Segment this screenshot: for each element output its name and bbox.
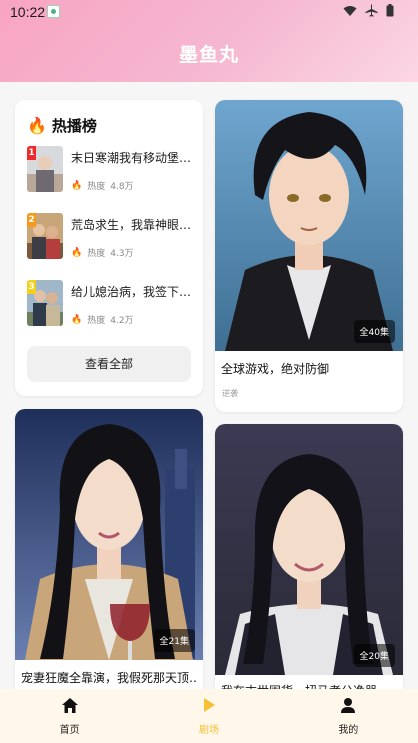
system-icons	[343, 4, 394, 17]
status-bar: 10:22	[0, 0, 418, 24]
episode-count-badge: 全40集	[353, 320, 395, 343]
fire-icon: 🔥	[27, 116, 47, 135]
hot-item-title: 给儿媳治病，我签下…	[71, 285, 192, 299]
page-title: 墨鱼丸	[178, 44, 239, 66]
episode-count-badge: 全20集	[353, 644, 395, 667]
episode-count-badge: 全21集	[153, 629, 195, 652]
notification-app-icon	[47, 5, 60, 18]
app-header: 10:22 墨鱼丸	[0, 0, 418, 82]
hot-item-heat: 🔥 热度 4.3万	[71, 246, 134, 260]
hot-list-item[interactable]: 2 荒岛求生，我靠神眼… 🔥 热度 4.3万	[27, 213, 197, 261]
tab-label: 首页	[59, 725, 80, 736]
fire-icon: 🔥	[71, 180, 83, 191]
home-icon	[61, 698, 78, 713]
drama-tag: 逆袭	[222, 389, 238, 398]
rank-badge: 1	[27, 146, 36, 160]
tab-profile[interactable]: 我的	[279, 689, 418, 743]
battery-icon	[386, 4, 394, 17]
drama-poster: 全20集	[215, 424, 403, 675]
bottom-tab-bar: 首页 剧场 我的	[0, 689, 418, 743]
hot-item-thumbnail: 2	[27, 213, 63, 259]
tab-theater[interactable]: 剧场	[139, 689, 278, 743]
tab-label: 剧场	[198, 725, 219, 736]
tab-label: 我的	[338, 725, 359, 736]
drama-card[interactable]: 全21集 宠妻狂魔全靠演，我假死那天顶…	[15, 409, 203, 699]
hot-item-title: 荒岛求生，我靠神眼…	[71, 218, 192, 232]
user-icon	[341, 698, 356, 713]
hot-item-heat: 🔥 热度 4.8万	[71, 179, 134, 193]
hot-item-thumbnail: 1	[27, 146, 63, 192]
hot-item-title: 末日寒潮我有移动堡…	[71, 151, 192, 165]
hot-list-header: 🔥 热播榜	[27, 115, 97, 136]
hot-list-item[interactable]: 3 给儿媳治病，我签下… 🔥 热度 4.2万	[27, 280, 197, 328]
heat-label: 热度	[87, 182, 106, 192]
drama-card[interactable]: 全20集 我在末世囤货，扭马孝公逸器	[215, 424, 403, 699]
hot-list-title: 热播榜	[51, 117, 97, 135]
heat-label: 热度	[87, 316, 106, 326]
fire-icon: 🔥	[71, 247, 83, 258]
hot-list-item[interactable]: 1 末日寒潮我有移动堡… 🔥 热度 4.8万	[27, 146, 197, 194]
drama-card[interactable]: 全40集 全球游戏，绝对防御 逆袭	[215, 100, 403, 412]
drama-title: 全球游戏，绝对防御	[221, 362, 330, 376]
hot-item-thumbnail: 3	[27, 280, 63, 326]
heat-value: 4.8万	[110, 182, 134, 192]
hot-item-heat: 🔥 热度 4.2万	[71, 313, 134, 327]
view-all-button[interactable]: 查看全部	[27, 346, 191, 382]
heat-value: 4.3万	[110, 249, 134, 259]
status-time: 10:22	[10, 4, 46, 20]
wifi-icon	[343, 5, 357, 16]
heat-value: 4.2万	[110, 316, 134, 326]
drama-poster: 全40集	[215, 100, 403, 351]
play-icon	[203, 698, 215, 712]
airplane-icon	[365, 4, 378, 17]
drama-title: 宠妻狂魔全靠演，我假死那天顶…	[21, 671, 197, 685]
heat-label: 热度	[87, 249, 106, 259]
fire-icon: 🔥	[71, 314, 83, 325]
tab-home[interactable]: 首页	[0, 689, 139, 743]
rank-badge: 2	[27, 213, 36, 227]
hot-list-card: 🔥 热播榜 1 末日寒潮我有移动堡… 🔥 热度 4.8万 2 荒岛求生，我靠神眼…	[15, 100, 203, 396]
drama-poster: 全21集	[15, 409, 203, 660]
rank-badge: 3	[27, 280, 36, 294]
